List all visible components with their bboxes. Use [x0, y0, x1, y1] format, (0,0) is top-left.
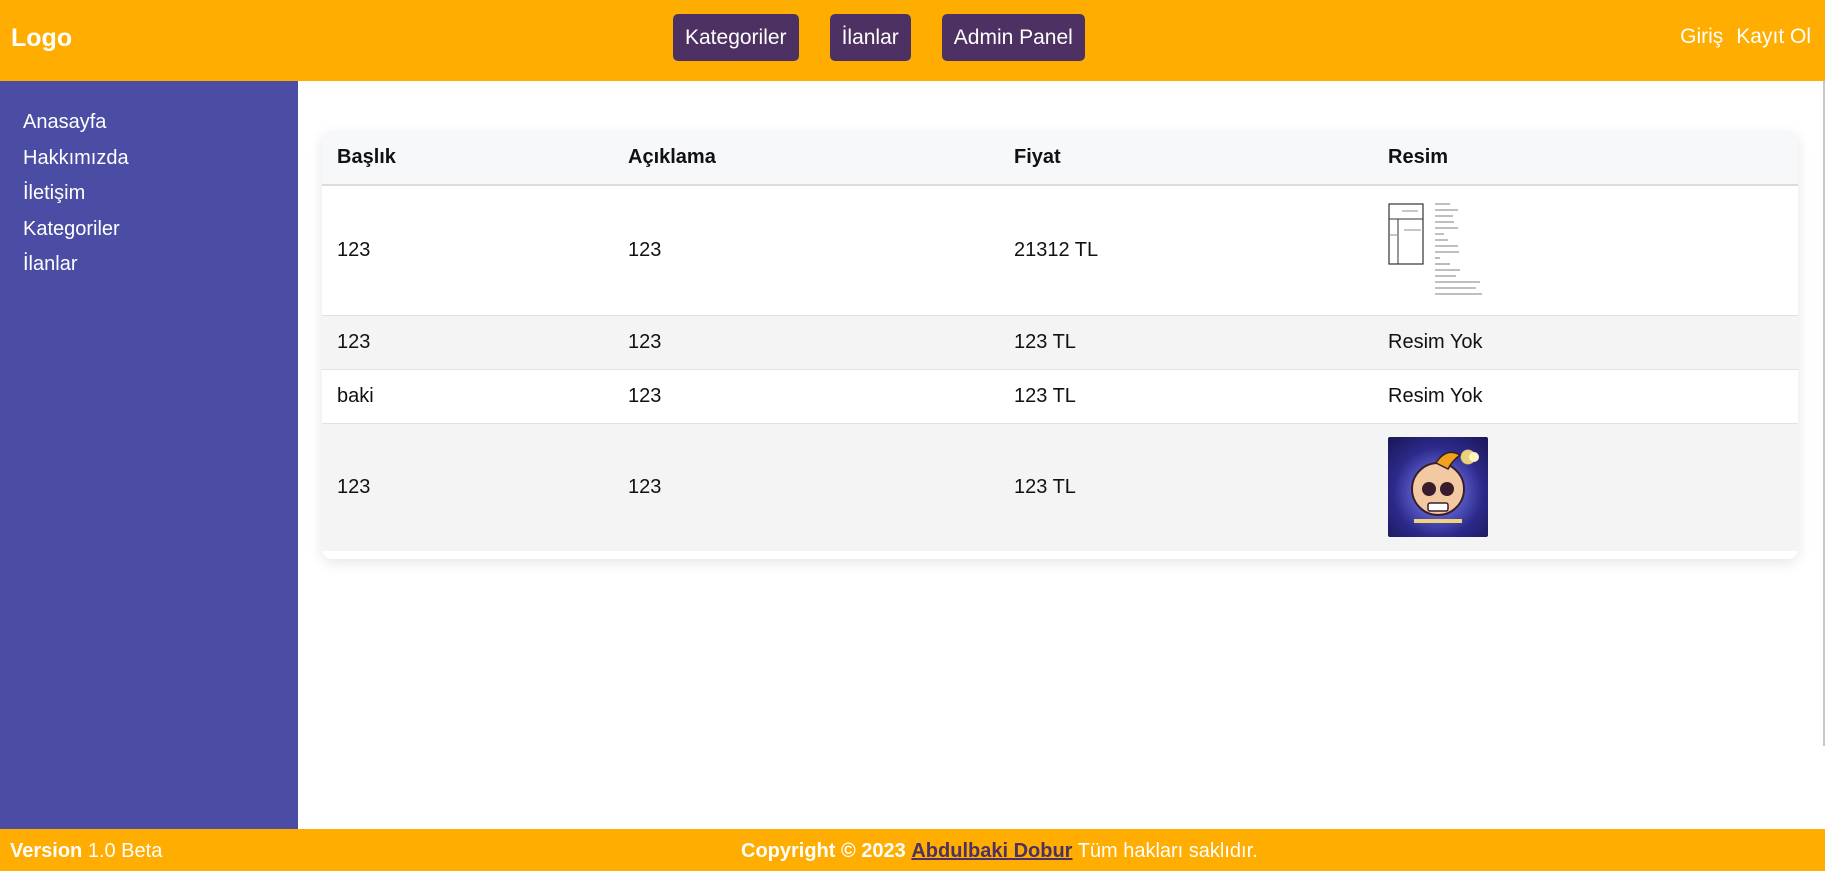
version-label: Version [10, 840, 83, 862]
sidebar: Anasayfa Hakkımızda İletişim Kategoriler… [0, 81, 298, 829]
register-link[interactable]: Kayıt Ol [1736, 25, 1811, 49]
column-header-description: Açıklama [613, 131, 999, 186]
column-header-image: Resim [1373, 131, 1798, 186]
table-header-row: Başlık Açıklama Fiyat Resim [322, 131, 1798, 186]
cell-price: 21312 TL [999, 185, 1373, 316]
listings-card: Başlık Açıklama Fiyat Resim 123 123 2131… [322, 131, 1798, 559]
table-row: 123 123 123 TL [322, 423, 1798, 551]
sidebar-item-iletisim[interactable]: İletişim [0, 176, 298, 212]
copyright: Copyright © 2023 Abdulbaki Dobur Tüm hak… [741, 840, 1258, 863]
cell-description: 123 [613, 315, 999, 370]
column-header-title: Başlık [322, 131, 613, 186]
cell-title: 123 [322, 423, 613, 551]
sidebar-item-kategoriler[interactable]: Kategoriler [0, 212, 298, 248]
listings-table: Başlık Açıklama Fiyat Resim 123 123 2131… [322, 131, 1798, 551]
document-thumbnail-image [1388, 202, 1484, 299]
auth-links: Giriş Kayıt Ol [1680, 25, 1811, 49]
skull-logo-thumbnail-image [1388, 437, 1488, 538]
cell-description: 123 [613, 423, 999, 551]
sidebar-item-hakkimizda[interactable]: Hakkımızda [0, 141, 298, 177]
copyright-suffix: Tüm hakları saklıdır. [1072, 840, 1258, 862]
login-link[interactable]: Giriş [1680, 25, 1723, 49]
cell-price: 123 TL [999, 423, 1373, 551]
footer: Version 1.0 Beta Copyright © 2023 Abdulb… [0, 829, 1825, 871]
cell-description: 123 [613, 185, 999, 316]
cell-title: 123 [322, 185, 613, 316]
nav-button-admin-panel[interactable]: Admin Panel [941, 14, 1085, 61]
cell-description: 123 [613, 369, 999, 424]
author-link[interactable]: Abdulbaki Dobur [911, 840, 1072, 862]
column-header-price: Fiyat [999, 131, 1373, 186]
main-content: Başlık Açıklama Fiyat Resim 123 123 2131… [298, 81, 1825, 829]
cell-image-text: Resim Yok [1373, 315, 1798, 370]
version-value: 1.0 Beta [82, 840, 163, 862]
table-row: baki 123 123 TL Resim Yok [322, 369, 1798, 424]
logo[interactable]: Logo [11, 24, 72, 53]
cell-price: 123 TL [999, 315, 1373, 370]
cell-image-text: Resim Yok [1373, 369, 1798, 424]
copyright-prefix: Copyright © 2023 [741, 840, 906, 862]
table-row: 123 123 123 TL Resim Yok [322, 315, 1798, 370]
cell-title: 123 [322, 315, 613, 370]
cell-image [1373, 185, 1798, 316]
nav-button-ilanlar[interactable]: İlanlar [829, 14, 911, 61]
cell-image [1373, 423, 1798, 551]
table-row: 123 123 21312 TL [322, 185, 1798, 316]
cell-price: 123 TL [999, 369, 1373, 424]
top-navbar: Logo Kategoriler İlanlar Admin Panel Gir… [0, 0, 1825, 81]
nav-button-kategoriler[interactable]: Kategoriler [673, 14, 799, 61]
main-nav: Kategoriler İlanlar Admin Panel [673, 14, 1085, 61]
cell-title: baki [322, 369, 613, 424]
sidebar-item-ilanlar[interactable]: İlanlar [0, 247, 298, 283]
sidebar-item-anasayfa[interactable]: Anasayfa [0, 105, 298, 141]
version-info: Version 1.0 Beta [10, 840, 162, 863]
